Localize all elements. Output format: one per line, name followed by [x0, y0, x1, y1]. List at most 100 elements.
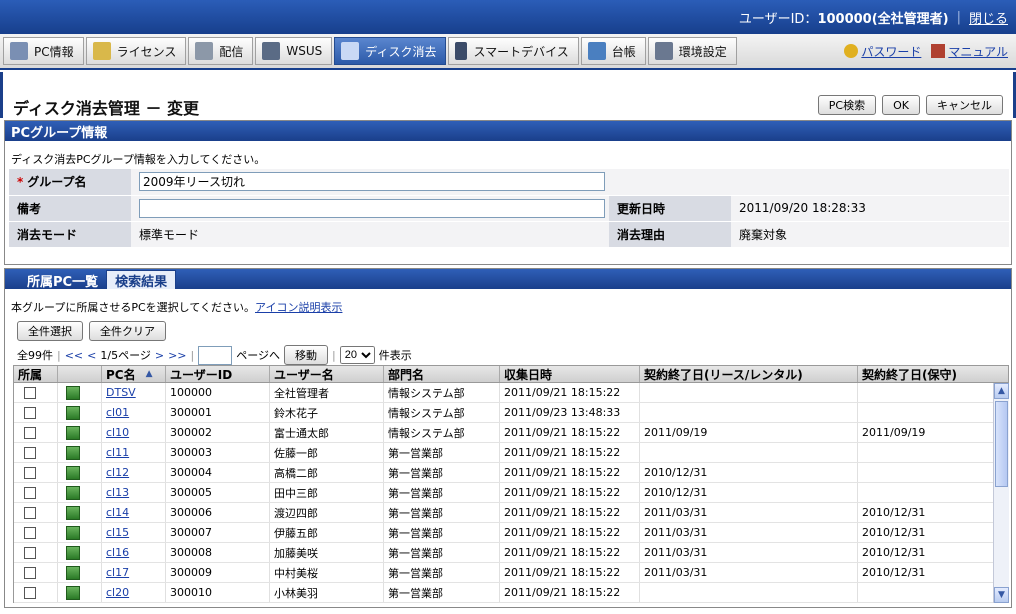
user-id-label: ユーザーID：100000(全社管理者) — [738, 11, 949, 27]
member-checkbox[interactable] — [24, 386, 36, 399]
first-page-link[interactable]: << — [65, 349, 83, 362]
maint-end-cell — [858, 403, 992, 422]
collected-cell: 2011/09/21 18:15:22 — [500, 523, 640, 542]
tab-pc-info[interactable]: PC情報 — [3, 37, 84, 65]
header-links: パスワード マニュアル — [844, 43, 1008, 60]
collected-cell: 2011/09/21 18:15:22 — [500, 503, 640, 522]
maint-end-cell — [858, 463, 992, 482]
maint-end-cell: 2010/12/31 — [862, 566, 926, 579]
tab-license[interactable]: ライセンス — [85, 37, 187, 65]
tab-smart-device[interactable]: スマートデバイス — [448, 37, 579, 65]
password-link[interactable]: パスワード — [844, 43, 921, 60]
dept-cell: 情報システム部 — [384, 383, 500, 402]
ok-button[interactable]: OK — [882, 95, 920, 115]
prev-page-link[interactable]: < — [87, 349, 96, 362]
list-note: 本グループに所属させるPCを選択してください。アイコン説明表示 — [11, 301, 343, 314]
col-user-name[interactable]: ユーザー名 — [270, 366, 384, 382]
tab-distribution[interactable]: 配信 — [188, 37, 254, 65]
pc-status-icon — [66, 405, 80, 420]
member-checkbox[interactable] — [24, 506, 36, 519]
tab-disk-erase[interactable]: ディスク消去 — [334, 37, 447, 65]
smart-device-icon — [455, 42, 468, 60]
pc-name-link[interactable]: cl14 — [106, 506, 129, 519]
member-checkbox[interactable] — [24, 426, 36, 439]
member-checkbox[interactable] — [24, 466, 36, 479]
pc-list-section: 所属PC一覧 検索結果 本グループに所属させるPCを選択してください。アイコン説… — [4, 268, 1012, 608]
close-link[interactable]: 閉じる — [969, 8, 1008, 27]
maint-end-cell: 2010/12/31 — [862, 546, 926, 559]
member-checkbox[interactable] — [24, 486, 36, 499]
group-info-section: PCグループ情報 ディスク消去PCグループ情報を入力してください。 * グループ名… — [4, 120, 1012, 265]
next-page-link[interactable]: > — [155, 349, 164, 362]
member-checkbox[interactable] — [24, 546, 36, 559]
dept-cell: 情報システム部 — [384, 423, 500, 442]
col-member[interactable]: 所属 — [14, 366, 58, 382]
dept-cell: 第一営業部 — [384, 503, 500, 522]
tab-wsus[interactable]: WSUS — [255, 37, 333, 65]
tab-ledger[interactable]: 台帳 — [580, 37, 646, 65]
user-id-cell: 300010 — [166, 583, 270, 602]
pc-name-link[interactable]: cl11 — [106, 446, 129, 459]
scroll-down-icon[interactable]: ▼ — [994, 587, 1009, 603]
col-lease-end[interactable]: 契約終了日(リース/レンタル) — [640, 366, 858, 382]
per-page-suffix: 件表示 — [378, 349, 412, 362]
collected-cell: 2011/09/21 18:15:22 — [500, 483, 640, 502]
separator: | — [956, 9, 961, 25]
member-checkbox[interactable] — [24, 586, 36, 599]
remark-input[interactable] — [139, 198, 605, 218]
clear-all-button[interactable]: 全件クリア — [89, 321, 166, 341]
grid-rows: DTSV 100000 全社管理者 情報システム部 2011/09/21 18:15:2… — [14, 383, 1009, 603]
user-name-cell: 富士通太郎 — [270, 423, 384, 442]
member-checkbox[interactable] — [24, 566, 36, 579]
tab-member-pcs[interactable]: 所属PC一覧 — [19, 271, 106, 290]
pc-search-button[interactable]: PC検索 — [817, 95, 877, 115]
user-id-cell: 100000 — [166, 383, 270, 402]
cancel-button[interactable]: キャンセル — [926, 95, 1003, 115]
tab-settings[interactable]: 環境設定 — [647, 37, 737, 65]
last-page-link[interactable]: >> — [168, 349, 186, 362]
group-name-input[interactable] — [139, 172, 605, 192]
member-checkbox[interactable] — [24, 406, 36, 419]
pc-name-link[interactable]: cl15 — [106, 526, 129, 539]
member-checkbox[interactable] — [24, 446, 36, 459]
collected-cell: 2011/09/21 18:15:22 — [500, 583, 640, 602]
tab-search-results[interactable]: 検索結果 — [106, 270, 177, 290]
manual-link[interactable]: マニュアル — [931, 43, 1008, 60]
table-row: cl10 300002 富士通太郎 情報システム部 2011/09/21 18:15:2… — [14, 423, 1009, 443]
vertical-scrollbar[interactable]: ▲ ▼ — [993, 383, 1009, 603]
pc-name-link[interactable]: cl01 — [106, 406, 129, 419]
pc-status-icon — [66, 585, 80, 600]
distribution-icon — [195, 42, 214, 60]
pc-name-link[interactable]: cl13 — [106, 486, 129, 499]
user-id-cell: 300004 — [166, 463, 270, 482]
scroll-up-icon[interactable]: ▲ — [994, 383, 1009, 399]
scroll-thumb[interactable] — [995, 401, 1008, 487]
pc-status-icon — [66, 465, 80, 480]
pc-name-link[interactable]: cl12 — [106, 466, 129, 479]
pc-name-link[interactable]: cl16 — [106, 546, 129, 559]
grid-header: 所属 PC名 ▲ ユーザーID ユーザー名 部門名 収集日時 契約終了日(リース/… — [13, 365, 1009, 383]
pc-name-link[interactable]: DTSV — [106, 386, 136, 399]
col-pc-name[interactable]: PC名 ▲ — [102, 366, 166, 382]
user-name-cell: 渡辺四郎 — [270, 503, 384, 522]
per-page-select[interactable]: 20 — [339, 346, 375, 364]
member-checkbox[interactable] — [24, 526, 36, 539]
pc-status-icon — [66, 525, 80, 540]
col-dept[interactable]: 部門名 — [384, 366, 500, 382]
erase-mode-value: 標準モード — [131, 221, 609, 248]
pc-name-link[interactable]: cl20 — [106, 586, 129, 599]
pc-status-icon — [66, 545, 80, 560]
col-collected[interactable]: 収集日時 — [500, 366, 640, 382]
move-button[interactable]: 移動 — [284, 345, 329, 365]
dept-cell: 第一営業部 — [384, 523, 500, 542]
icon-help-link[interactable]: アイコン説明表示 — [255, 301, 342, 314]
pc-name-link[interactable]: cl17 — [106, 566, 129, 579]
collected-cell: 2011/09/21 18:15:22 — [500, 563, 640, 582]
select-all-button[interactable]: 全件選択 — [17, 321, 83, 341]
col-maint-end[interactable]: 契約終了日(保守) — [858, 366, 992, 382]
disk-erase-icon — [341, 42, 360, 60]
collected-cell: 2011/09/21 18:15:22 — [500, 383, 640, 402]
pc-name-link[interactable]: cl10 — [106, 426, 129, 439]
col-user-id[interactable]: ユーザーID — [166, 366, 270, 382]
page-number-input[interactable] — [198, 345, 233, 365]
